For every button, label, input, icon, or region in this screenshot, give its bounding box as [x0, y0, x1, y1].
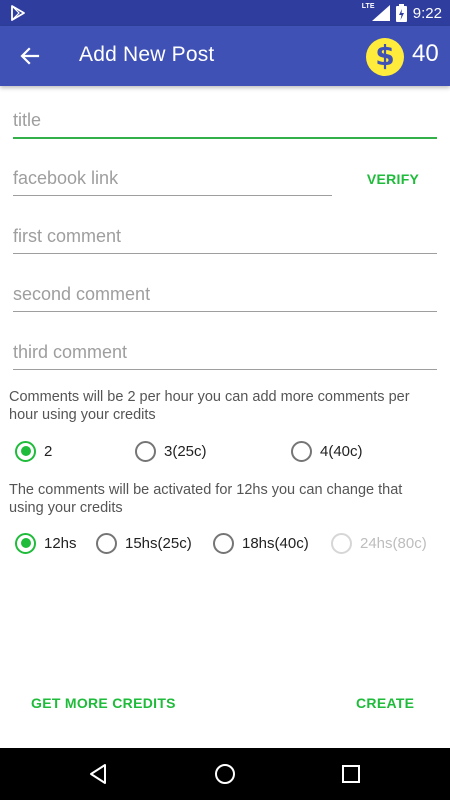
nav-recents-button[interactable]: [337, 760, 365, 788]
radio-comments-2[interactable]: 2: [15, 436, 52, 466]
coin-icon: $: [366, 38, 404, 76]
activation-radio-group: 12hs 15hs(25c) 18hs(40c) 24hs(80c): [0, 528, 450, 558]
radio-unchecked-icon: [135, 440, 156, 462]
radio-label: 2: [44, 442, 53, 460]
comments-per-hour-info: Comments will be 2 per hour you can add …: [9, 389, 410, 423]
radio-comments-4[interactable]: 4(40c): [291, 436, 363, 466]
radio-activation-12hs[interactable]: 12hs: [15, 528, 77, 558]
radio-label: 3(25c): [164, 442, 207, 460]
create-button[interactable]: CREATE: [356, 695, 414, 715]
facebook-link-underline: [13, 195, 332, 196]
recents-square-icon: [342, 765, 360, 783]
radio-label: 12hs: [44, 534, 77, 552]
third-comment-input[interactable]: [13, 342, 437, 369]
title-input[interactable]: [13, 110, 437, 137]
radio-comments-3[interactable]: 3(25c): [135, 436, 207, 466]
back-triangle-icon: [90, 764, 106, 784]
radio-activation-18hs[interactable]: 18hs(40c): [213, 528, 309, 558]
third-comment-field: [13, 342, 437, 370]
facebook-link-field: [13, 168, 332, 196]
second-comment-input[interactable]: [13, 284, 437, 311]
radio-activation-15hs[interactable]: 15hs(25c): [96, 528, 192, 558]
facebook-link-input[interactable]: [13, 168, 332, 195]
network-type-label: LTE: [361, 3, 375, 10]
radio-label: 24hs(80c): [360, 534, 427, 552]
radio-unchecked-icon: [96, 532, 117, 554]
activation-info: The comments will be activated for 12hs …: [9, 482, 403, 516]
comments-per-hour-radio-group: 2 3(25c) 4(40c): [0, 436, 450, 466]
coin-symbol: $: [375, 39, 395, 72]
home-circle-icon: [215, 764, 235, 784]
app-bar: Add New Post $ 40: [0, 26, 450, 86]
arrow-back-icon: [20, 47, 40, 65]
radio-unchecked-icon: [213, 532, 234, 554]
radio-checked-icon: [15, 532, 36, 554]
verify-button[interactable]: VERIFY: [352, 171, 434, 191]
radio-unchecked-icon: [291, 440, 312, 462]
navigation-bar: [0, 748, 450, 800]
first-comment-field: [13, 226, 437, 254]
second-comment-field: [13, 284, 437, 312]
play-store-icon: [11, 5, 25, 21]
get-more-credits-button[interactable]: GET MORE CREDITS: [31, 695, 176, 715]
title-underline: [13, 137, 437, 139]
radio-activation-24hs: 24hs(80c): [331, 528, 427, 558]
radio-disabled-icon: [331, 532, 352, 554]
battery-icon: [395, 4, 407, 22]
first-comment-underline: [13, 253, 437, 254]
credits-count: 40: [412, 40, 439, 67]
back-button[interactable]: [14, 40, 46, 72]
page-title: Add New Post: [79, 43, 215, 66]
third-comment-underline: [13, 369, 437, 370]
radio-label: 15hs(25c): [125, 534, 192, 552]
nav-back-button[interactable]: [84, 760, 112, 788]
nav-home-button[interactable]: [211, 760, 239, 788]
radio-label: 4(40c): [320, 442, 363, 460]
radio-label: 18hs(40c): [242, 534, 309, 552]
radio-checked-icon: [15, 440, 36, 462]
signal-icon: LTE: [362, 3, 390, 21]
first-comment-input[interactable]: [13, 226, 437, 253]
title-field: [13, 110, 437, 139]
status-bar: LTE 9:22: [0, 0, 450, 26]
clock: 9:22: [412, 4, 442, 22]
second-comment-underline: [13, 311, 437, 312]
